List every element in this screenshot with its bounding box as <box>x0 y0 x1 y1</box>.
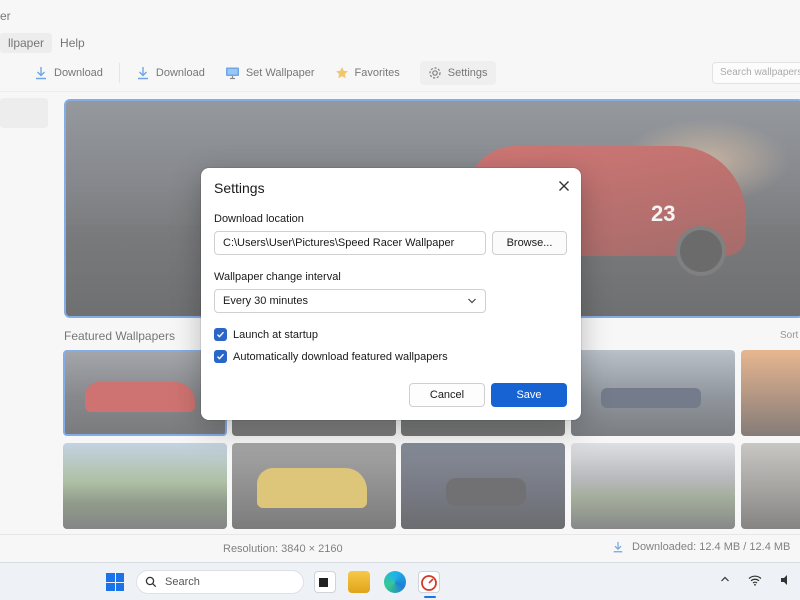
checkmark-icon <box>217 331 225 338</box>
system-tray <box>720 574 800 586</box>
taskbar: Search <box>0 562 800 600</box>
interval-select[interactable]: Every 30 minutes <box>214 289 486 313</box>
launch-at-startup-checkbox[interactable] <box>214 328 227 341</box>
edge-browser-icon[interactable] <box>384 571 406 593</box>
settings-dialog: Settings Download location Browse... Wal… <box>201 168 581 420</box>
dialog-title: Settings <box>214 180 265 196</box>
task-view-icon[interactable] <box>314 571 336 593</box>
search-icon <box>145 576 157 588</box>
auto-download-checkbox[interactable] <box>214 350 227 363</box>
close-icon[interactable] <box>556 178 572 194</box>
speedometer-icon <box>421 575 437 591</box>
interval-label: Wallpaper change interval <box>214 271 341 283</box>
download-location-label: Download location <box>214 213 304 225</box>
checkmark-icon <box>217 353 225 360</box>
download-location-input[interactable] <box>214 231 486 255</box>
cancel-button[interactable]: Cancel <box>409 383 485 407</box>
speed-racer-app-icon[interactable] <box>418 571 440 598</box>
save-button[interactable]: Save <box>491 383 567 407</box>
auto-download-label: Automatically download featured wallpape… <box>233 350 448 363</box>
browse-button[interactable]: Browse... <box>492 231 567 255</box>
auto-download-option[interactable]: Automatically download featured wallpape… <box>214 350 448 363</box>
taskbar-search-label: Search <box>165 576 200 588</box>
interval-value: Every 30 minutes <box>223 295 308 307</box>
windows-start-icon[interactable] <box>106 573 124 591</box>
chevron-down-icon <box>468 298 476 304</box>
speaker-icon[interactable] <box>780 574 792 586</box>
file-explorer-icon[interactable] <box>348 571 370 593</box>
chevron-up-icon[interactable] <box>720 574 730 584</box>
taskbar-search[interactable]: Search <box>136 570 304 594</box>
wifi-icon[interactable] <box>748 574 762 586</box>
launch-at-startup-label: Launch at startup <box>233 328 319 341</box>
launch-at-startup-option[interactable]: Launch at startup <box>214 328 318 341</box>
